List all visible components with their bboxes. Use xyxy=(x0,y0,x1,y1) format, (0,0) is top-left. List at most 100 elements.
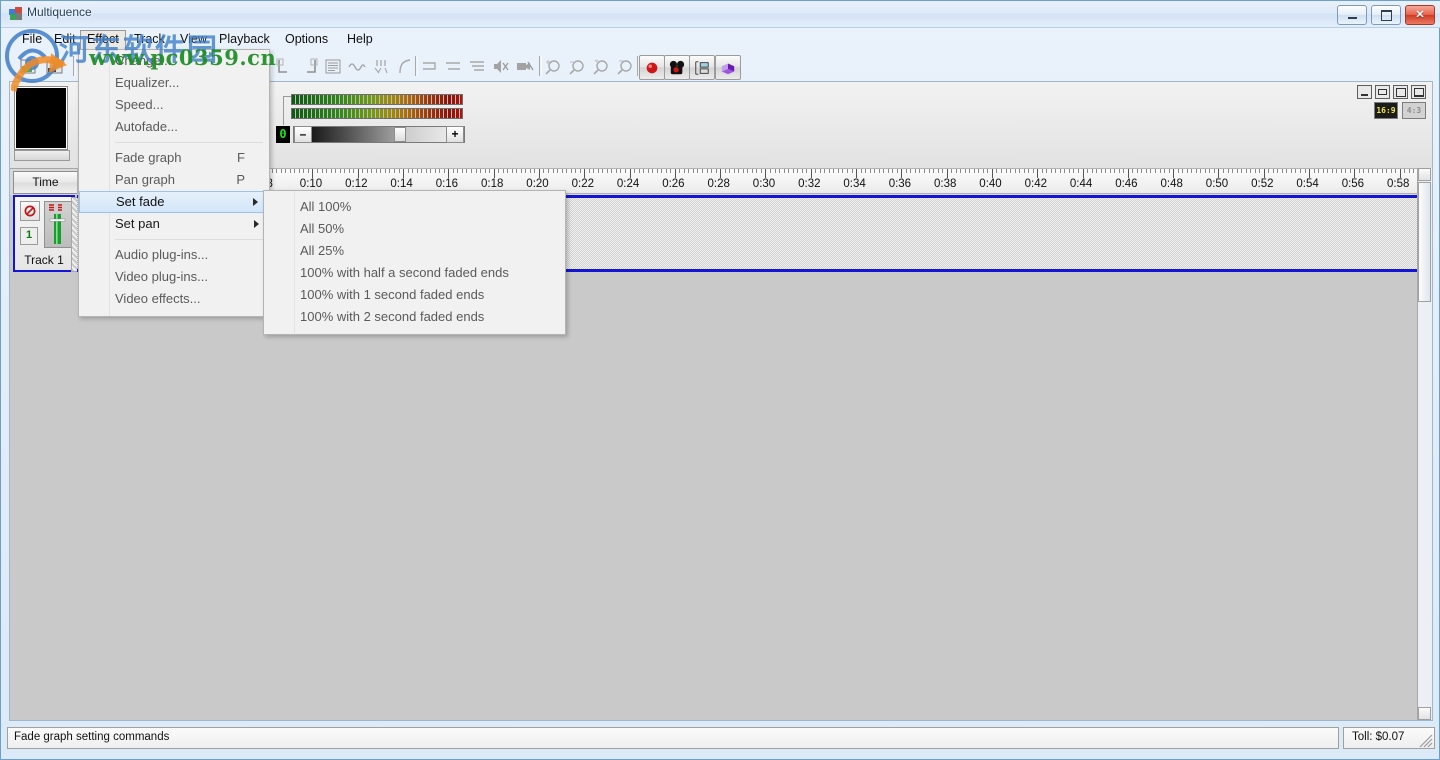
volume-track[interactable] xyxy=(312,127,446,142)
menu-options[interactable]: Options xyxy=(278,30,335,48)
split-all-icon[interactable] xyxy=(467,57,487,76)
zoom-selection-icon[interactable] xyxy=(591,57,611,76)
mute-icon[interactable] xyxy=(20,201,40,221)
resize-grip-icon[interactable] xyxy=(1419,734,1433,748)
timeline-label: 0:56 xyxy=(1341,178,1365,190)
volume-slider[interactable]: – + xyxy=(293,126,465,143)
track-header-1[interactable]: 1 Track 1 xyxy=(13,195,82,272)
volume-increase-button[interactable]: + xyxy=(446,126,464,143)
menu-item-set-pan[interactable]: Set pan xyxy=(79,213,269,235)
menu-effect[interactable]: Effect xyxy=(80,30,126,50)
window-title: Multiquence xyxy=(27,5,92,19)
submenu-item-all-25[interactable]: All 25% xyxy=(264,240,565,262)
timeline-tick-minor xyxy=(965,169,966,173)
scroll-thumb[interactable] xyxy=(1418,182,1431,302)
vertical-scrollbar[interactable] xyxy=(1417,168,1432,720)
mdi-minimize-button[interactable] xyxy=(1357,85,1372,99)
mix-icon[interactable] xyxy=(371,57,391,76)
timeline-tick-minor xyxy=(1096,169,1097,173)
close-button[interactable]: ✕ xyxy=(1405,5,1435,25)
timeline-tick-minor xyxy=(589,169,590,173)
video-record-button[interactable] xyxy=(664,55,690,80)
menu-item-equalizer[interactable]: Equalizer... xyxy=(79,72,269,94)
menu-item-pan-graph[interactable]: Pan graph P xyxy=(79,169,269,191)
timeline-tick-minor xyxy=(1110,169,1111,173)
menu-item-autofade[interactable]: Autofade... xyxy=(79,116,269,138)
split-icon[interactable] xyxy=(443,57,463,76)
meter-bracket xyxy=(283,96,291,125)
timeline-tick-minor xyxy=(281,169,282,173)
submenu-item-all-50[interactable]: All 50% xyxy=(264,218,565,240)
waveform-icon[interactable] xyxy=(347,57,367,76)
open-file-icon[interactable] xyxy=(45,57,65,76)
timeline-tick-minor xyxy=(1209,169,1210,173)
zoom-full-icon[interactable] xyxy=(615,57,635,76)
record-button[interactable] xyxy=(639,55,665,80)
scroll-up-button[interactable] xyxy=(1418,168,1431,181)
aspect-4-3-button[interactable]: 4:3 xyxy=(1402,102,1426,119)
timeline-label: 0:38 xyxy=(933,178,957,190)
mute-audio-icon[interactable] xyxy=(491,57,511,76)
menu-item-video-effects[interactable]: Video effects... xyxy=(79,288,269,310)
timeline-tick-minor xyxy=(1141,169,1142,173)
menu-help[interactable]: Help xyxy=(340,30,380,48)
volume-thumb[interactable] xyxy=(393,127,406,142)
menu-item-fade-graph[interactable]: Fade graph F xyxy=(79,147,269,169)
timeline-label: 0:48 xyxy=(1160,178,1183,190)
menu-item-speed[interactable]: Speed... xyxy=(79,94,269,116)
chevron-right-icon xyxy=(253,198,258,206)
layout-button[interactable] xyxy=(689,55,715,80)
timeline-tick-major xyxy=(312,169,313,178)
timeline-tick-minor xyxy=(734,169,735,173)
menu-edit[interactable]: Edit xyxy=(47,30,83,48)
timeline-tick-minor xyxy=(344,169,345,173)
help-book-button[interactable] xyxy=(715,55,741,80)
timeline-tick-minor xyxy=(942,169,943,173)
submenu-item-2-second-fade[interactable]: 100% with 2 second faded ends xyxy=(264,306,565,328)
timeline-tick-minor xyxy=(1146,169,1147,173)
menu-track[interactable]: Track xyxy=(127,30,172,48)
mdi-maximize-button[interactable] xyxy=(1393,85,1408,99)
mdi-restore-button[interactable] xyxy=(1375,85,1390,99)
zoom-in-icon[interactable] xyxy=(543,57,563,76)
menu-item-fade-graph-label: Fade graph xyxy=(115,150,182,165)
timeline-tick-minor xyxy=(489,169,490,173)
timeline-label: 0:24 xyxy=(616,178,640,190)
menu-playback[interactable]: Playback xyxy=(212,30,277,48)
curve-icon[interactable] xyxy=(395,57,415,76)
mute-video-icon[interactable] xyxy=(515,57,535,76)
aspect-16-9-button[interactable]: 16:9 xyxy=(1374,102,1398,119)
trim-left-icon[interactable] xyxy=(275,57,295,76)
menu-item-video-plugins[interactable]: Video plug-ins... xyxy=(79,266,269,288)
zoom-out-icon[interactable] xyxy=(567,57,587,76)
menu-view[interactable]: View xyxy=(173,30,214,48)
submenu-item-1-second-fade[interactable]: 100% with 1 second faded ends xyxy=(264,284,565,306)
timeline-tick-minor xyxy=(661,169,662,173)
scroll-down-button[interactable] xyxy=(1418,707,1431,720)
preview-scrollbar[interactable] xyxy=(14,150,70,161)
timeline-tick-minor xyxy=(1092,169,1093,173)
minimize-button[interactable] xyxy=(1337,5,1367,25)
track-fader[interactable] xyxy=(44,201,72,248)
submenu-item-all-100[interactable]: All 100% xyxy=(264,196,565,218)
menu-item-set-fade[interactable]: Set fade xyxy=(79,191,269,213)
timeline-tick-major xyxy=(448,169,449,178)
timeline-tick-minor xyxy=(879,169,880,173)
video-preview[interactable] xyxy=(14,86,68,150)
join-icon[interactable] xyxy=(419,57,439,76)
timeline-tick-minor xyxy=(1001,169,1002,173)
timeline-tick-minor xyxy=(648,169,649,173)
volume-decrease-button[interactable]: – xyxy=(294,126,312,143)
time-column-button[interactable]: Time xyxy=(13,171,78,194)
menu-separator-1 xyxy=(115,142,263,143)
menu-file[interactable]: File xyxy=(15,30,49,48)
trim-right-icon[interactable] xyxy=(299,57,319,76)
mdi-close-button[interactable] xyxy=(1411,85,1426,99)
properties-icon[interactable] xyxy=(323,57,343,76)
menu-item-audio-plugins[interactable]: Audio plug-ins... xyxy=(79,244,269,266)
timeline-tick-minor xyxy=(340,169,341,173)
new-file-icon[interactable] xyxy=(19,57,39,76)
submenu-item-half-second-fade[interactable]: 100% with half a second faded ends xyxy=(264,262,565,284)
menu-item-change[interactable]: Change... xyxy=(79,50,269,72)
maximize-button[interactable] xyxy=(1371,5,1401,25)
